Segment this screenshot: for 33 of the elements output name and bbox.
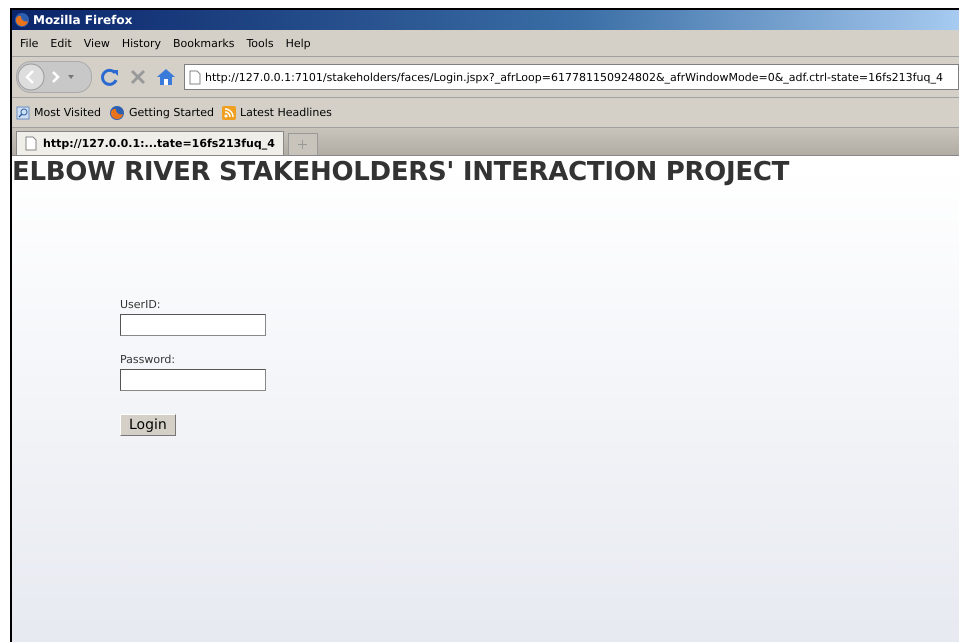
back-icon [17, 63, 45, 91]
menu-item[interactable]: Help [282, 34, 315, 52]
menu-item[interactable]: Bookmarks [168, 34, 238, 52]
globe-icon [14, 12, 30, 28]
dropdown-icon [67, 74, 75, 80]
rss-icon [222, 106, 236, 120]
menu-item[interactable]: File [16, 34, 42, 52]
bookmark-item[interactable]: Most Visited [16, 106, 101, 120]
reload-icon[interactable] [100, 67, 120, 87]
menu-item[interactable]: Edit [46, 34, 76, 52]
menu-item[interactable]: Tools [242, 34, 278, 52]
url-text: http://127.0.0.1:7101/stakeholders/faces/Login.jspx?_afrLoop=617781150924802&_afrWindowMode=0&_adf.ctrl-state=16fs213fuq_4 [205, 70, 943, 84]
back-forward-control[interactable] [16, 61, 92, 93]
login-button[interactable]: Login [120, 414, 176, 436]
field-label: Password: [120, 353, 176, 366]
page-icon [189, 70, 201, 84]
input-field[interactable] [120, 369, 266, 391]
window-title: Mozilla Firefox [33, 13, 132, 27]
page-icon [25, 136, 37, 151]
plus-icon [298, 140, 308, 149]
address-field[interactable]: http://127.0.0.1:7101/stakeholders/faces/Login.jspx?_afrLoop=617781150924802&_afrWindowMode=0&_adf.ctrl-state=16fs213fuq_4 [184, 64, 959, 90]
stop-icon[interactable] [128, 67, 148, 87]
home-icon[interactable] [156, 67, 176, 87]
globe-icon [108, 104, 125, 120]
browser-tab[interactable]: http://127.0.0.1:...tate=16fs213fuq_4 [16, 131, 284, 155]
search-icon [16, 106, 30, 120]
input-field[interactable] [120, 314, 266, 336]
menu-item[interactable]: History [118, 34, 165, 52]
menu-item[interactable]: View [80, 34, 114, 52]
page-heading: ELBOW RIVER STAKEHOLDERS' INTERACTION PROJECT [12, 156, 790, 188]
bookmark-item[interactable]: Getting Started [108, 104, 214, 120]
field-label: UserID: [120, 298, 162, 311]
bookmark-item[interactable]: Latest Headlines [222, 106, 332, 120]
